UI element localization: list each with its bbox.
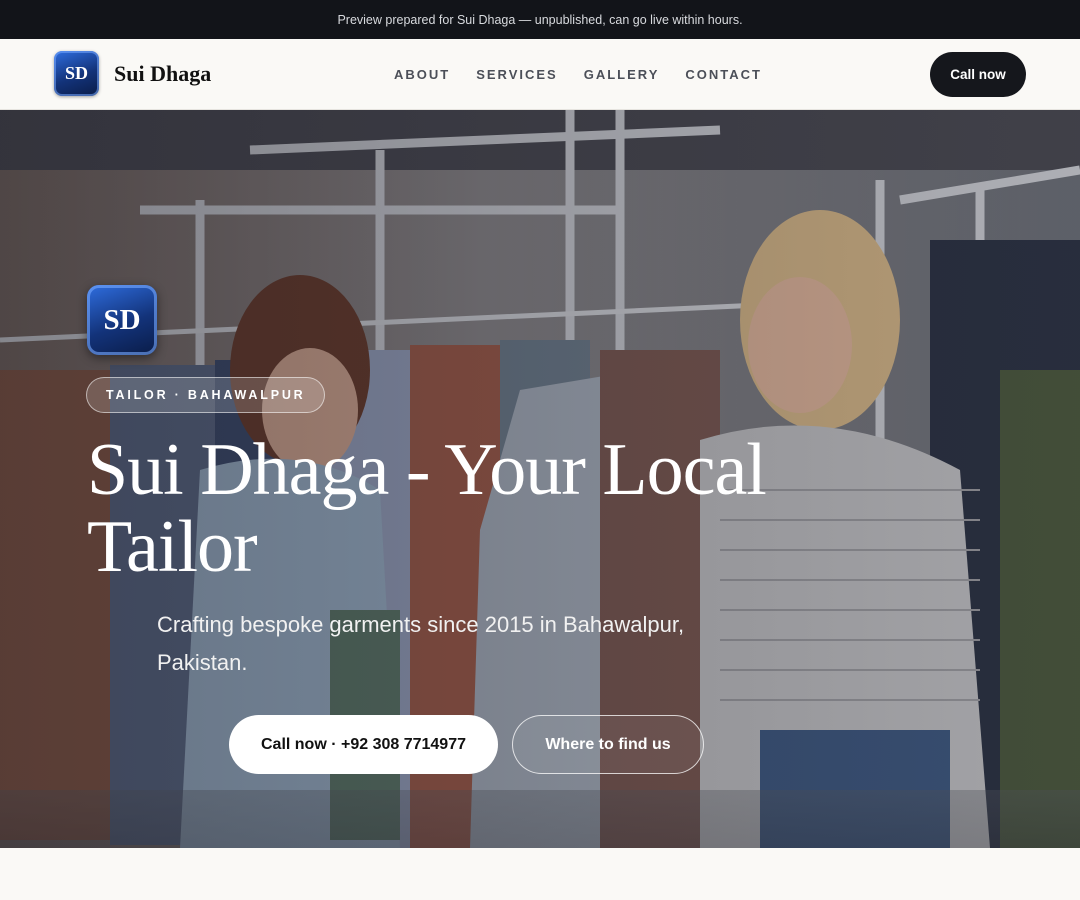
main-nav: ABOUT SERVICES GALLERY CONTACT bbox=[394, 39, 788, 109]
hero-section: SD TAILOR · BAHAWALPUR Sui Dhaga - Your … bbox=[0, 110, 1080, 848]
brand-logo: SD bbox=[54, 51, 99, 96]
hero-title: Sui Dhaga - Your Local Tailor bbox=[87, 429, 767, 588]
site-header: SD Sui Dhaga ABOUT SERVICES GALLERY CONT… bbox=[0, 39, 1080, 110]
nav-link-services[interactable]: SERVICES bbox=[476, 67, 558, 82]
hero-subtitle: Crafting bespoke garments since 2015 in … bbox=[157, 612, 685, 675]
brand[interactable]: SD Sui Dhaga bbox=[54, 51, 211, 96]
call-now-button[interactable]: Call now bbox=[930, 52, 1026, 97]
preview-banner: Preview prepared for Sui Dhaga — unpubli… bbox=[0, 0, 1080, 39]
hero-logo-badge: SD bbox=[87, 285, 157, 355]
category-location-tag: TAILOR · BAHAWALPUR bbox=[86, 377, 326, 413]
tag-text: TAILOR · BAHAWALPUR bbox=[106, 388, 306, 402]
preview-banner-text: Preview prepared for Sui Dhaga — unpubli… bbox=[337, 12, 743, 27]
nav-link-gallery[interactable]: GALLERY bbox=[584, 67, 660, 82]
brand-name: Sui Dhaga bbox=[114, 60, 212, 86]
nav-link-about[interactable]: ABOUT bbox=[394, 67, 450, 82]
hero-logo-text: SD bbox=[103, 303, 141, 336]
brand-logo-text: SD bbox=[64, 63, 88, 83]
next-section bbox=[0, 848, 1080, 900]
find-location-button[interactable]: Where to find us bbox=[512, 715, 704, 774]
call-phone-button[interactable]: Call now · +92 308 7714977 bbox=[229, 715, 498, 774]
nav-link-contact[interactable]: CONTACT bbox=[685, 67, 762, 82]
